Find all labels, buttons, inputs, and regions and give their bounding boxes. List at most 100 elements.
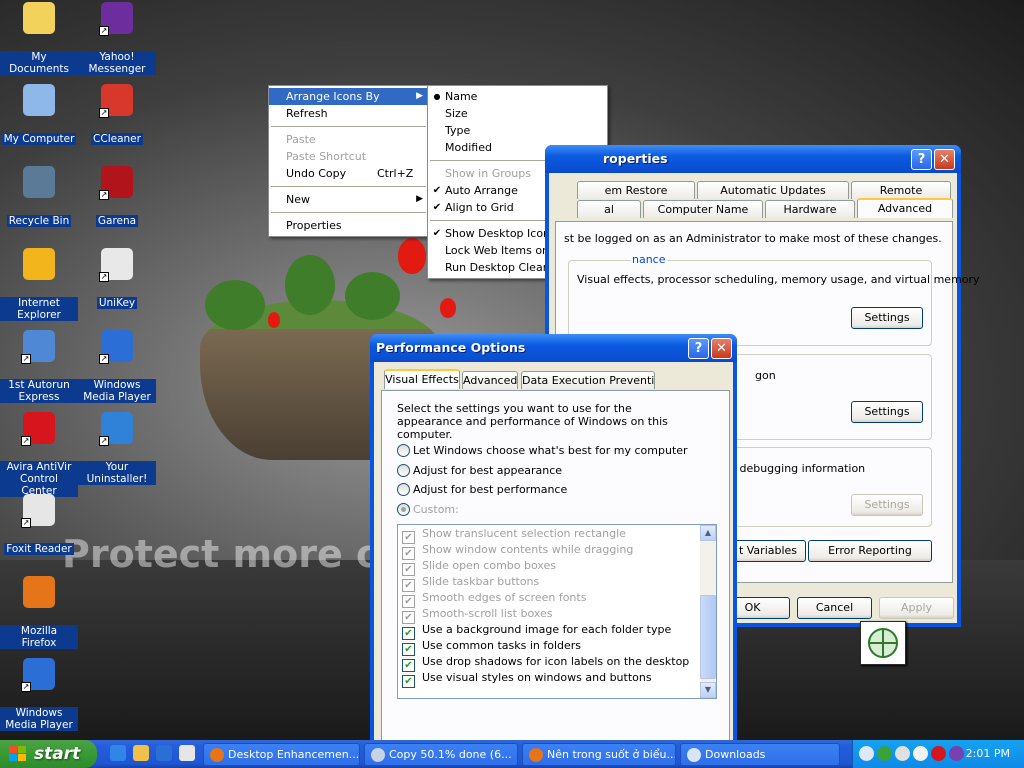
window-title: roperties bbox=[603, 151, 668, 166]
checkbox-show-window-contents-while-dragging[interactable]: ✔ Show window contents while dragging bbox=[402, 542, 633, 560]
desktop-icon-mozilla-firefox[interactable]: Mozilla Firefox bbox=[0, 576, 78, 649]
desktop-icon-unikey[interactable]: ↗ UniKey bbox=[78, 248, 156, 309]
tab-advanced[interactable]: Advanced bbox=[857, 198, 953, 218]
scroll-up-button[interactable]: ▲ bbox=[700, 525, 716, 541]
user-profiles-settings-button[interactable]: Settings bbox=[851, 401, 923, 423]
desktop-icon-internet-explorer[interactable]: Internet Explorer bbox=[0, 248, 78, 321]
taskbar-button-2[interactable]: Copy 50.1% done (6... bbox=[364, 743, 518, 766]
unikey-quicklaunch-icon[interactable] bbox=[179, 745, 195, 761]
performance-settings-button[interactable]: Settings bbox=[851, 307, 923, 329]
back-arrow-icon[interactable] bbox=[859, 746, 874, 761]
desktop-icon-windows-media-player[interactable]: ↗ Windows Media Player bbox=[0, 658, 78, 731]
desktop-icon-yahoo-messenger[interactable]: ↗ Yahoo! Messenger bbox=[78, 2, 156, 75]
menu-item-label: Show Desktop Icons bbox=[445, 227, 556, 240]
close-button[interactable]: ✕ bbox=[711, 338, 732, 359]
context-menu-paste-shortcut[interactable]: Paste Shortcut bbox=[269, 148, 428, 165]
desktop-icon-your-uninstaller[interactable]: ↗ Your Uninstaller! bbox=[78, 412, 156, 485]
taskbar-button-3[interactable]: Nên trong suốt ở biểu... bbox=[522, 743, 676, 766]
taskbar-button-label: Copy 50.1% done (6... bbox=[389, 748, 512, 761]
radio-adjust-for-best-performance[interactable]: Adjust for best performance bbox=[397, 483, 567, 496]
arrange-size[interactable]: Size bbox=[428, 105, 607, 122]
performance-group-label: nance bbox=[631, 253, 667, 266]
checkbox-slide-open-combo-boxes[interactable]: ✔ Slide open combo boxes bbox=[402, 558, 556, 576]
taskbar-button-4[interactable]: Downloads bbox=[680, 743, 840, 766]
checkbox-use-a-background-image-for-each-folder-type[interactable]: ✔ Use a background image for each folder … bbox=[402, 622, 671, 640]
tab-hardware[interactable]: Hardware bbox=[765, 200, 855, 218]
cancel-button[interactable]: Cancel bbox=[797, 597, 872, 619]
checkbox-use-visual-styles-on-windows-and-buttons[interactable]: ✔ Use visual styles on windows and button… bbox=[402, 670, 652, 688]
network-icon[interactable] bbox=[877, 746, 892, 761]
desktop-icon-foxit-reader[interactable]: ↗ Foxit Reader bbox=[0, 494, 78, 555]
arrange-name[interactable]: ● Name bbox=[428, 88, 607, 105]
start-label: start bbox=[34, 744, 81, 764]
radio-adjust-for-best-appearance[interactable]: Adjust for best appearance bbox=[397, 463, 562, 477]
tab-automatic-updates[interactable]: Automatic Updates bbox=[697, 181, 849, 199]
tab-al[interactable]: al bbox=[577, 200, 641, 218]
scroll-thumb[interactable] bbox=[700, 595, 716, 679]
error-reporting-button[interactable]: Error Reporting bbox=[808, 540, 932, 562]
desktop-icon-label: Avira AntiVir Control Center bbox=[0, 461, 78, 497]
unikey-tray-icon[interactable] bbox=[913, 746, 928, 761]
context-menu-undo-copy[interactable]: Undo Copy Ctrl+Z bbox=[269, 165, 428, 182]
system-properties-titlebar[interactable]: roperties ? ✕ bbox=[545, 145, 961, 173]
shortcut-arrow-icon: ↗ bbox=[21, 682, 31, 692]
checkbox-show-translucent-selection-rectangle[interactable]: ✔ Show translucent selection rectangle bbox=[402, 526, 626, 544]
volume-icon[interactable] bbox=[895, 746, 910, 761]
performance-options-window[interactable]: Performance Options ? ✕ Select the setti… bbox=[370, 334, 737, 744]
checkbox-label: Smooth edges of screen fonts bbox=[422, 591, 587, 604]
start-button[interactable]: start bbox=[0, 740, 97, 768]
tab-em-restore[interactable]: em Restore bbox=[577, 181, 695, 199]
security-center-icon[interactable] bbox=[860, 621, 906, 665]
tab-computer-name[interactable]: Computer Name bbox=[643, 200, 763, 218]
checkbox-slide-taskbar-buttons[interactable]: ✔ Slide taskbar buttons bbox=[402, 574, 539, 592]
environment-variables-button[interactable]: t Variables bbox=[730, 540, 806, 562]
wallpaper-balloon bbox=[398, 238, 426, 274]
checkbox-use-drop-shadows-for-icon-labels-on-the-desktop[interactable]: ✔ Use drop shadows for icon labels on the… bbox=[402, 654, 689, 672]
context-menu-paste[interactable]: Paste bbox=[269, 131, 428, 148]
checkbox-box: ✔ bbox=[402, 675, 415, 688]
performance-options-titlebar[interactable]: Performance Options ? ✕ bbox=[370, 334, 737, 362]
clock[interactable]: 2:01 PM bbox=[966, 747, 1010, 760]
close-button[interactable]: ✕ bbox=[934, 149, 955, 170]
ie-quicklaunch-icon[interactable] bbox=[110, 745, 126, 761]
apply-button[interactable]: Apply bbox=[879, 597, 954, 619]
checkbox-smooth-edges-of-screen-fonts[interactable]: ✔ Smooth edges of screen fonts bbox=[402, 590, 587, 608]
visual-effects-list[interactable]: ✔ Show translucent selection rectangle ✔ Sh… bbox=[397, 524, 717, 699]
shortcut-arrow-icon: ↗ bbox=[99, 436, 109, 446]
desktop-icon-ccleaner[interactable]: ↗ CCleaner bbox=[78, 84, 156, 145]
checkbox-use-common-tasks-in-folders[interactable]: ✔ Use common tasks in folders bbox=[402, 638, 581, 656]
tab-advanced[interactable]: Advanced bbox=[462, 371, 518, 389]
tab-visual-effects[interactable]: Visual Effects bbox=[384, 369, 460, 389]
arrange-type[interactable]: Type bbox=[428, 122, 607, 139]
desktop-icon-my-documents[interactable]: My Documents bbox=[0, 2, 78, 75]
checkbox-smooth-scroll-list-boxes[interactable]: ✔ Smooth-scroll list boxes bbox=[402, 606, 553, 624]
help-button[interactable]: ? bbox=[911, 149, 932, 170]
desktop-icon-my-computer[interactable]: My Computer bbox=[0, 84, 78, 145]
context-menu-properties[interactable]: Properties bbox=[269, 217, 428, 234]
media-player-quicklaunch-icon[interactable] bbox=[156, 745, 172, 761]
shortcut-arrow-icon: ↗ bbox=[21, 436, 31, 446]
context-menu-new[interactable]: New ▶ bbox=[269, 191, 428, 208]
taskbar-button-1[interactable]: Desktop Enhancemen... bbox=[203, 743, 360, 766]
desktop-icon-garena[interactable]: ↗ Garena bbox=[78, 166, 156, 227]
radio-let-windows-choose-what-s-best-for-my-computer[interactable]: Let Windows choose what's best for my co… bbox=[397, 444, 688, 457]
wallpaper-tree bbox=[285, 255, 335, 315]
desktop-icon-recycle-bin[interactable]: Recycle Bin bbox=[0, 166, 78, 227]
avira-tray-icon[interactable] bbox=[931, 746, 946, 761]
desktop-icon-avira-antivir-control-center[interactable]: ↗ Avira AntiVir Control Center bbox=[0, 412, 78, 497]
radio-custom[interactable]: Custom: bbox=[397, 502, 459, 516]
show-desktop-icon[interactable] bbox=[133, 745, 149, 761]
desktop-icon-windows-media-player[interactable]: ↗ Windows Media Player bbox=[78, 330, 156, 403]
visual-effects-scrollbar[interactable]: ▲ ▼ bbox=[700, 525, 716, 698]
desktop-icon-label: Windows Media Player bbox=[0, 707, 78, 731]
scroll-down-button[interactable]: ▼ bbox=[700, 682, 716, 698]
context-menu-refresh[interactable]: Refresh bbox=[269, 105, 428, 122]
help-button[interactable]: ? bbox=[688, 338, 709, 359]
desktop-icon-1st-autorun-express[interactable]: ↗ 1st Autorun Express bbox=[0, 330, 78, 403]
context-menu-arrange-icons-by[interactable]: Arrange Icons By ▶ bbox=[269, 88, 428, 105]
checkbox-label: Show translucent selection rectangle bbox=[422, 527, 626, 540]
yahoo-tray-icon[interactable] bbox=[949, 746, 964, 761]
startup-settings-button[interactable]: Settings bbox=[851, 494, 923, 516]
tab-remote[interactable]: Remote bbox=[851, 181, 951, 199]
tab-data-execution-prevention[interactable]: Data Execution Prevention bbox=[521, 371, 655, 389]
